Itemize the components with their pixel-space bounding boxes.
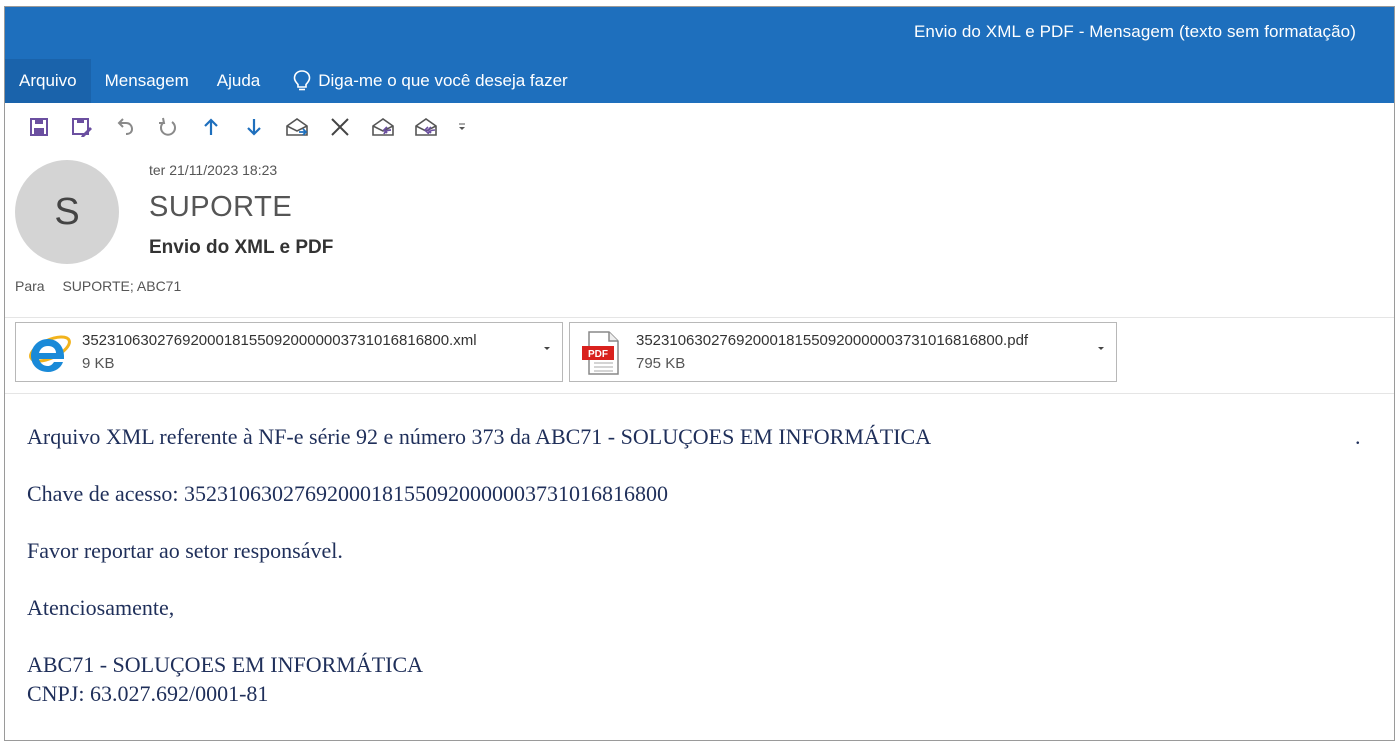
body-line-closing: Atenciosamente,	[27, 595, 175, 620]
previous-item-button[interactable]	[189, 111, 232, 143]
customize-dropdown-icon	[459, 123, 465, 130]
attachment-size: 795 KB	[636, 355, 686, 372]
delete-icon	[330, 118, 349, 136]
attachment-name: 3523106302769200018155092000000373101681…	[636, 332, 1029, 349]
chevron-down-icon[interactable]	[542, 343, 552, 353]
body-line-company: ABC71 - SOLUÇOES EM INFORMÁTICA	[27, 652, 424, 677]
save-button[interactable]	[17, 111, 60, 143]
menu-mensagem[interactable]: Mensagem	[91, 59, 203, 103]
attachment-xml[interactable]: 3523106302769200018155092000000373101681…	[15, 322, 563, 382]
redo-button[interactable]	[146, 111, 189, 143]
avatar: S	[15, 160, 119, 264]
undo-icon	[117, 118, 133, 135]
body-line-cnpj: CNPJ: 63.027.692/0001-81	[27, 681, 269, 706]
tell-me-label: Diga-me o que você deseja fazer	[318, 71, 568, 90]
title-bar: Envio do XML e PDF - Mensagem (texto sem…	[5, 7, 1394, 59]
save-as-button[interactable]	[60, 111, 103, 143]
message-subject: Envio do XML e PDF	[149, 237, 334, 258]
to-recipients[interactable]: SUPORTE; ABC71	[62, 278, 181, 294]
reply-all-button[interactable]	[404, 111, 447, 143]
attachment-size: 9 KB	[82, 355, 115, 372]
window-title: Envio do XML e PDF - Mensagem (texto sem…	[913, 22, 1356, 41]
recipients-line: Para SUPORTE; ABC71	[15, 278, 181, 294]
message-header: S ter 21/11/2023 18:23 SUPORTE Envio do …	[5, 151, 1394, 294]
up-arrow-icon	[203, 118, 218, 135]
move-icon	[285, 118, 308, 136]
next-item-button[interactable]	[232, 111, 275, 143]
sender-name[interactable]: SUPORTE	[149, 191, 292, 224]
reply-icon	[371, 118, 394, 136]
tell-me-box[interactable]: Diga-me o que você deseja fazer	[274, 69, 568, 93]
redo-icon	[158, 117, 176, 136]
ie-icon	[29, 335, 71, 372]
reply-button[interactable]	[361, 111, 404, 143]
reply-all-icon	[414, 118, 437, 136]
message-date: ter 21/11/2023 18:23	[149, 162, 278, 178]
menu-bar: Arquivo Mensagem Ajuda Diga-me o que voc…	[5, 59, 1394, 103]
undo-button[interactable]	[103, 111, 146, 143]
delete-button[interactable]	[318, 111, 361, 143]
body-line-access-key: Chave de acesso: 35231063027692000181550…	[27, 481, 668, 506]
message-window: Envio do XML e PDF - Mensagem (texto sem…	[4, 6, 1395, 741]
save-as-icon	[71, 118, 92, 137]
menu-arquivo[interactable]: Arquivo	[5, 59, 91, 103]
attachment-name: 3523106302769200018155092000000373101681…	[82, 332, 477, 349]
attachment-pdf[interactable]: PDF 352310630276920001815509200000037310…	[569, 322, 1117, 382]
pdf-icon: PDF	[582, 331, 619, 375]
move-button[interactable]	[275, 111, 318, 143]
body-line-3: Favor reportar ao setor responsável.	[27, 538, 343, 563]
down-arrow-icon	[246, 119, 261, 136]
lightbulb-icon	[293, 70, 311, 91]
menu-ajuda[interactable]: Ajuda	[203, 59, 274, 103]
body-line-1-trailing: .	[1355, 424, 1361, 449]
body-line-1: Arquivo XML referente à NF-e série 92 e …	[27, 424, 932, 449]
chevron-down-icon[interactable]	[1096, 343, 1106, 353]
save-icon	[29, 118, 48, 136]
svg-text:PDF: PDF	[588, 349, 608, 360]
quick-access-toolbar	[5, 103, 1394, 151]
customize-toolbar-button[interactable]	[447, 111, 477, 143]
attachments-bar: 3523106302769200018155092000000373101681…	[5, 317, 1394, 394]
to-label: Para	[15, 278, 45, 294]
